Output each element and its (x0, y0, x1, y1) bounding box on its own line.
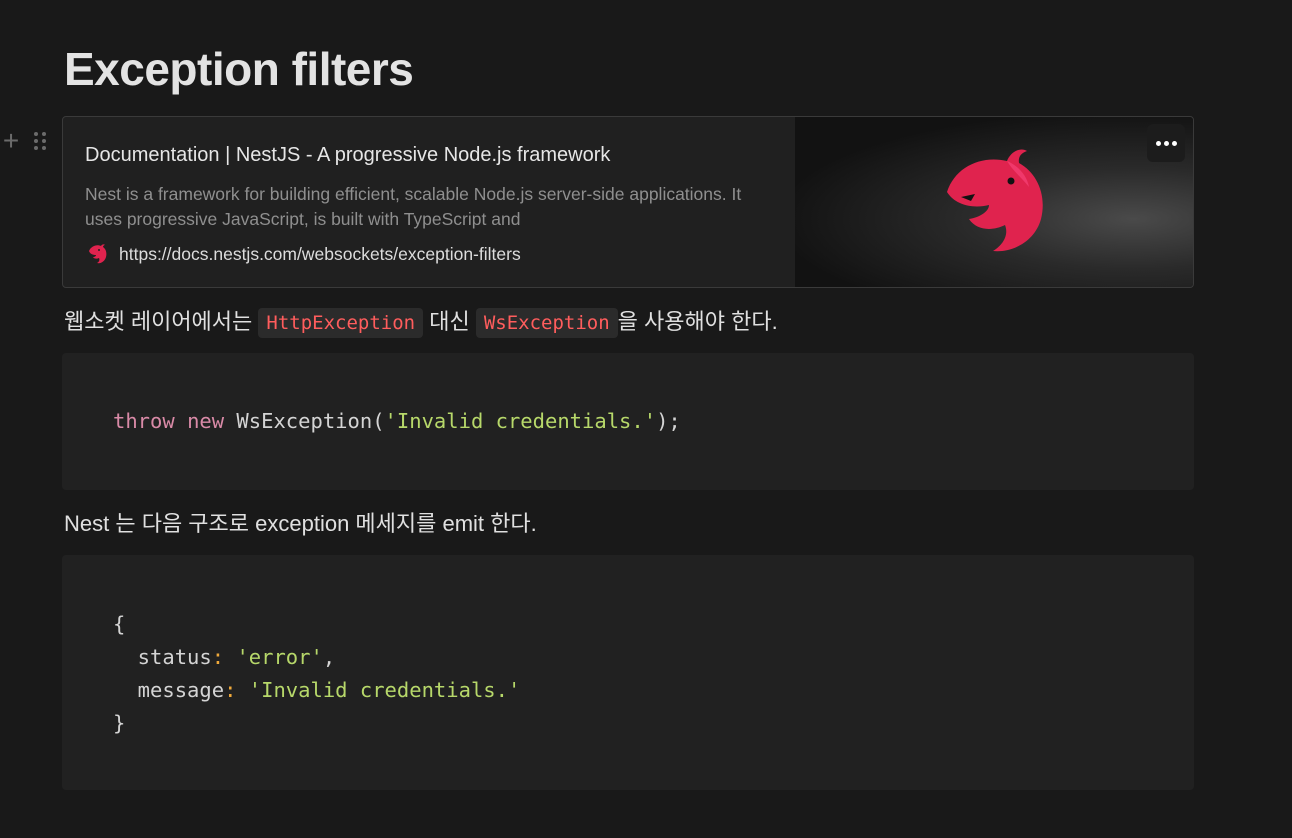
code-key: message (113, 678, 225, 702)
drag-handle-icon[interactable] (34, 132, 46, 150)
page-title: Exception filters (64, 43, 414, 95)
paragraph-text: 웹소켓 레이어에서는 (64, 309, 259, 334)
code-punctuation: ); (656, 409, 681, 433)
code-keyword: throw (113, 409, 175, 433)
paragraph-ws-exception: 웹소켓 레이어에서는 HttpException 대신 WsException 을… (64, 305, 778, 340)
code-punctuation: { (113, 612, 126, 636)
nestjs-logo-icon (947, 149, 1043, 252)
code-line: status: 'error', (113, 641, 1194, 674)
code-punctuation: } (113, 711, 126, 735)
bookmark-cover-image (795, 117, 1193, 287)
code-key: status (113, 645, 212, 669)
inline-code-httpexception: HttpException (258, 308, 424, 338)
code-line: throw new WsException('Invalid credentia… (113, 405, 1194, 438)
code-colon: : (224, 678, 237, 702)
paragraph-text: 대신 (423, 309, 476, 334)
bookmark-text: Documentation | NestJS - A progressive N… (63, 117, 795, 287)
web-bookmark[interactable]: Documentation | NestJS - A progressive N… (62, 116, 1194, 288)
code-block-throw[interactable]: throw new WsException('Invalid credentia… (62, 353, 1194, 490)
code-string: 'Invalid credentials.' (384, 409, 657, 433)
inline-code-wsexception: WsException (475, 308, 618, 338)
nestjs-favicon-icon (89, 244, 107, 264)
block-handle[interactable]: + (0, 127, 46, 155)
code-string: 'Invalid credentials.' (248, 678, 521, 702)
code-string: 'error' (236, 645, 323, 669)
bookmark-url-row[interactable]: https://docs.nestjs.com/websockets/excep… (85, 242, 773, 266)
more-options-button[interactable] (1147, 124, 1185, 162)
bookmark-description: Nest is a framework for building efficie… (85, 184, 742, 229)
code-punctuation: , (322, 645, 336, 669)
code-keyword: new (187, 409, 225, 433)
code-class-name: WsException (224, 409, 373, 433)
add-block-icon[interactable]: + (0, 127, 22, 155)
paragraph-emit: Nest 는 다음 구조로 exception 메세지를 emit 한다. (64, 511, 537, 536)
code-line: message: 'Invalid credentials.' (113, 674, 1194, 707)
code-line: { (113, 608, 1194, 641)
paragraph-text: 을 사용해야 한다. (617, 309, 778, 334)
bookmark-url[interactable]: https://docs.nestjs.com/websockets/excep… (119, 244, 521, 265)
code-block-message[interactable]: { status: 'error', message: 'Invalid cre… (62, 555, 1194, 790)
bookmark-title[interactable]: Documentation | NestJS - A progressive N… (85, 142, 773, 168)
code-punctuation: ( (372, 409, 385, 433)
code-line: } (113, 707, 1194, 740)
code-colon: : (211, 645, 225, 669)
